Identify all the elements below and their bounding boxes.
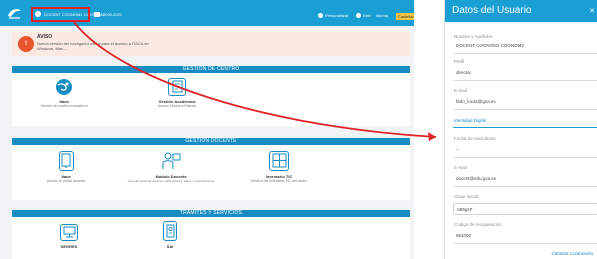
annotation-arrow <box>73 21 437 141</box>
composite-screenshot: DOCENT COGNOM1 COGNOM2 2020-2021 Persona… <box>0 0 597 259</box>
